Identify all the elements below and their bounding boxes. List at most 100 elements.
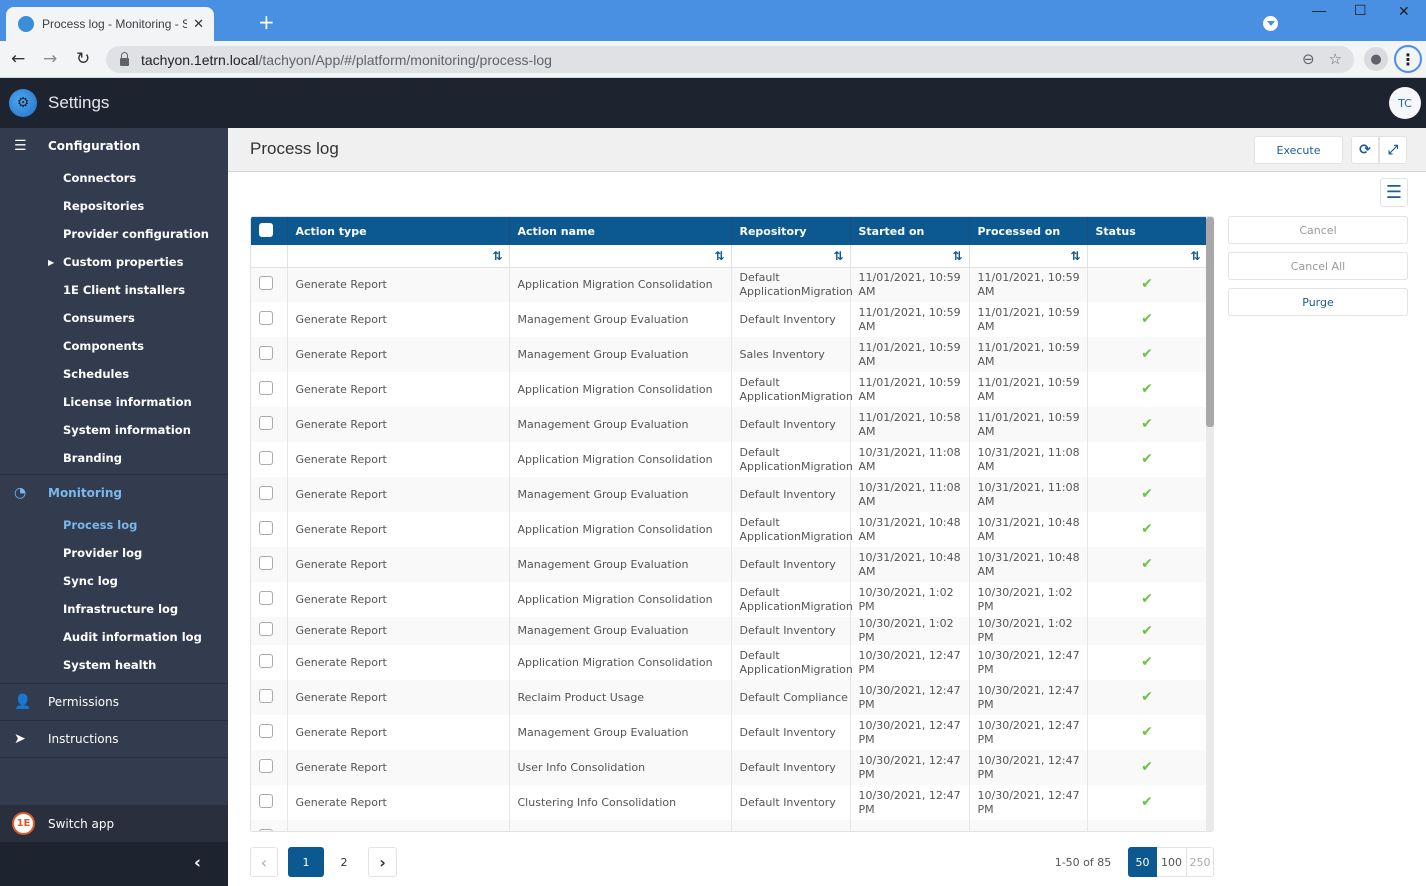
zoom-icon[interactable]: ⊖ <box>1302 50 1315 68</box>
row-checkbox[interactable] <box>259 555 273 570</box>
sort-icon[interactable]: ⇅ <box>287 245 510 268</box>
refresh-icon[interactable]: ⟳ <box>1351 136 1379 164</box>
sidebar-item-connectors[interactable]: Connectors <box>0 164 228 192</box>
table-row[interactable]: Generate Report Application Migration Con… <box>251 512 1208 547</box>
row-checkbox[interactable] <box>259 653 273 668</box>
sidebar-item-consumers[interactable]: Consumers <box>0 304 228 332</box>
table-row[interactable]: Generate Report Application Migration Con… <box>251 267 1208 302</box>
sidebar-item-custom-properties[interactable]: ▶ Custom properties <box>0 248 228 276</box>
sidebar-section-permissions[interactable]: 👤 Permissions <box>0 684 228 720</box>
scrollbar-thumb[interactable] <box>1206 217 1214 427</box>
row-checkbox[interactable] <box>259 275 273 290</box>
back-icon[interactable]: ← <box>11 49 25 69</box>
table-row[interactable]: Generate Report Management Group Evaluati… <box>251 617 1208 645</box>
sidebar-item-license-information[interactable]: License information <box>0 388 228 416</box>
column-header-repository[interactable]: Repository <box>731 217 851 245</box>
table-row[interactable]: Generate Report Application Migration Con… <box>251 582 1208 617</box>
sidebar-item-infrastructure-log[interactable]: Infrastructure log <box>0 595 228 623</box>
sort-icon[interactable]: ⇅ <box>850 245 970 268</box>
table-row[interactable]: Generate Report Application Migration Con… <box>251 645 1208 680</box>
row-checkbox[interactable] <box>259 310 273 325</box>
sidebar-item-branding[interactable]: Branding <box>0 444 228 472</box>
sidebar-item-provider-log[interactable]: Provider log <box>0 539 228 567</box>
sidebar-item-provider-configuration[interactable]: Provider configuration <box>0 220 228 248</box>
column-header-action-type[interactable]: Action type <box>287 217 510 245</box>
sidebar-item-process-log[interactable]: Process log <box>0 511 228 539</box>
sidebar-section-monitoring[interactable]: ◔ Monitoring <box>0 475 228 511</box>
sidebar-item-schedules[interactable]: Schedules <box>0 360 228 388</box>
sidebar-section-configuration[interactable]: ☰ Configuration <box>0 128 228 164</box>
table-row[interactable]: Generate Report Management Group Evaluati… <box>251 715 1208 750</box>
reload-icon[interactable]: ↻ <box>76 49 90 69</box>
expand-icon[interactable]: ⤢ <box>1379 136 1407 164</box>
browser-tab[interactable]: Process log - Monitoring - Settings ✕ <box>6 7 214 41</box>
row-checkbox[interactable] <box>259 758 273 773</box>
row-checkbox[interactable] <box>259 723 273 738</box>
minimize-button[interactable]: — <box>1312 2 1326 18</box>
bookmark-star-icon[interactable]: ☆ <box>1329 50 1342 68</box>
row-checkbox[interactable] <box>259 590 273 605</box>
table-row[interactable]: Generate Report Management Group Evaluati… <box>251 407 1208 442</box>
switch-app-button[interactable]: 1E Switch app <box>0 805 228 842</box>
execute-button[interactable]: Execute <box>1254 136 1343 164</box>
select-all-checkbox[interactable] <box>259 222 273 237</box>
next-page-button[interactable]: › <box>368 847 397 877</box>
page-size-250[interactable]: 250 <box>1186 847 1214 877</box>
forward-icon[interactable]: → <box>43 49 57 69</box>
profile-icon[interactable]: ● <box>1364 47 1388 71</box>
browser-menu-icon[interactable]: ⋮ <box>1394 45 1422 73</box>
sidebar-item-client-installers[interactable]: 1E Client installers <box>0 276 228 304</box>
column-header-started-on[interactable]: Started on <box>850 217 970 245</box>
table-row[interactable]: Generate Report User Info Consolidation De… <box>251 750 1208 785</box>
close-tab-icon[interactable]: ✕ <box>193 17 204 32</box>
table-row[interactable]: Generate Report Application Migration Con… <box>251 442 1208 477</box>
page-size-100[interactable]: 100 <box>1157 847 1186 877</box>
sidebar-section-instructions[interactable]: ➤ Instructions <box>0 721 228 757</box>
table-row[interactable]: Generate Report Clustering Info Consolida… <box>251 785 1208 820</box>
new-tab-button[interactable]: + <box>258 10 275 34</box>
column-header-status[interactable]: Status <box>1087 217 1208 245</box>
sidebar-item-components[interactable]: Components <box>0 332 228 360</box>
table-scrollbar[interactable] <box>1206 217 1214 831</box>
maximize-button[interactable]: ☐ <box>1354 2 1367 19</box>
user-avatar[interactable]: TC <box>1389 87 1421 119</box>
sidebar-item-repositories[interactable]: Repositories <box>0 192 228 220</box>
table-row[interactable]: Generate Report Management Group Evaluati… <box>251 337 1208 372</box>
row-checkbox[interactable] <box>259 622 273 636</box>
sidebar-item-audit-information-log[interactable]: Audit information log <box>0 623 228 651</box>
prev-page-button[interactable]: ‹ <box>250 847 278 877</box>
sort-icon[interactable]: ⇅ <box>509 245 732 268</box>
table-row[interactable]: Generate Report Reclaim Product Usage Defa… <box>251 680 1208 715</box>
row-checkbox[interactable] <box>259 485 273 500</box>
table-row[interactable]: Generate Report Management Group Evaluati… <box>251 547 1208 582</box>
row-checkbox[interactable] <box>259 450 273 465</box>
cancel-button[interactable]: Cancel <box>1228 216 1408 244</box>
cancel-all-button[interactable]: Cancel All <box>1228 252 1408 280</box>
row-checkbox[interactable] <box>259 345 273 360</box>
sidebar-item-sync-log[interactable]: Sync log <box>0 567 228 595</box>
page-2-button[interactable]: 2 <box>330 847 358 877</box>
row-checkbox[interactable] <box>259 688 273 703</box>
row-checkbox[interactable] <box>259 828 273 831</box>
table-row[interactable]: Generate Report Management Group Evaluati… <box>251 477 1208 512</box>
sort-icon[interactable]: ⇅ <box>1087 245 1208 268</box>
column-header-action-name[interactable]: Action name <box>509 217 732 245</box>
row-checkbox[interactable] <box>259 793 273 808</box>
page-1-button[interactable]: 1 <box>288 847 324 877</box>
row-checkbox[interactable] <box>259 415 273 430</box>
sidebar-item-system-health[interactable]: System health <box>0 651 228 679</box>
table-row[interactable]: Generate ReportDefault10/30/2021, 12:471… <box>251 820 1208 831</box>
url-input[interactable]: tachyon.1etrn.local/tachyon/App/#/platfo… <box>106 46 1354 73</box>
column-header-processed-on[interactable]: Processed on <box>969 217 1088 245</box>
tab-search-icon[interactable] <box>1263 16 1278 31</box>
collapse-chevron-icon[interactable]: ‹ <box>194 853 201 873</box>
table-row[interactable]: Generate Report Application Migration Con… <box>251 372 1208 407</box>
page-size-50[interactable]: 50 <box>1128 847 1157 877</box>
row-checkbox[interactable] <box>259 380 273 395</box>
close-window-button[interactable]: ✕ <box>1398 3 1410 20</box>
column-menu-icon[interactable]: ☰ <box>1380 178 1408 207</box>
table-row[interactable]: Generate Report Management Group Evaluati… <box>251 302 1208 337</box>
sort-icon[interactable]: ⇅ <box>731 245 851 268</box>
row-checkbox[interactable] <box>259 520 273 535</box>
sort-icon[interactable]: ⇅ <box>969 245 1088 268</box>
